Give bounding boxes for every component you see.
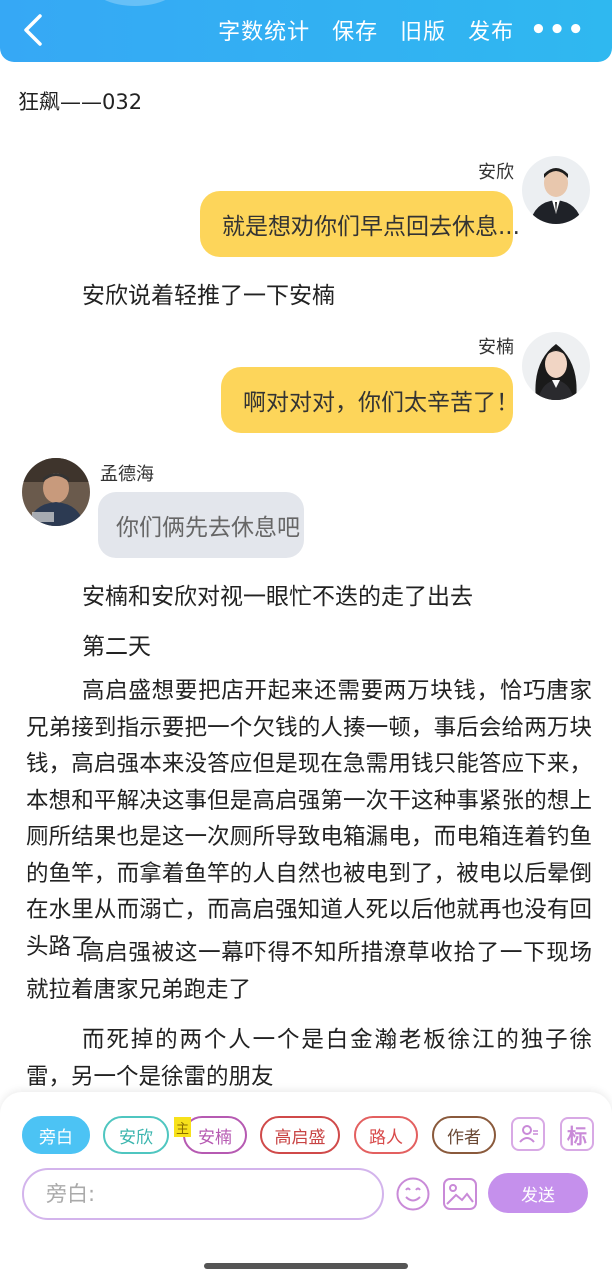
save-button[interactable]: 保存 xyxy=(332,14,378,46)
narration-paragraph[interactable]: 高启盛想要把店开起来还需要两万块钱，恰巧唐家兄弟接到指示要把一个欠钱的人揍一顿，… xyxy=(26,673,592,965)
person-card-icon[interactable] xyxy=(511,1117,545,1151)
home-indicator[interactable] xyxy=(204,1263,408,1269)
publish-button[interactable]: 发布 xyxy=(468,14,514,46)
back-button[interactable] xyxy=(18,10,48,50)
message-bubble[interactable]: 你们俩先去休息吧 xyxy=(98,492,304,558)
role-chip-narrator[interactable]: 旁白 xyxy=(22,1116,90,1154)
avatar-annan[interactable] xyxy=(522,332,590,400)
image-icon[interactable] xyxy=(442,1176,478,1212)
header-actions: 字数统计 保存 旧版 发布 ••• xyxy=(218,0,612,60)
speaker-name: 孟德海 xyxy=(100,464,154,485)
role-chip-annan[interactable]: 安楠 xyxy=(183,1116,247,1154)
message-bubble[interactable]: 就是想劝你们早点回去休息... xyxy=(200,191,520,257)
role-chip-author[interactable]: 作者 xyxy=(432,1116,496,1154)
speaker-name: 安欣 xyxy=(478,162,514,183)
narration-line[interactable]: 第二天 xyxy=(82,627,151,661)
mark-label-button[interactable]: 标 xyxy=(560,1117,594,1151)
narration-paragraph[interactable]: 高启强被这一幕吓得不知所措潦草收拾了一下现场就拉着唐家兄弟跑走了 xyxy=(26,935,592,1008)
chevron-left-icon xyxy=(24,14,42,46)
message-input-field[interactable] xyxy=(24,1170,382,1218)
avatar-mengdehai[interactable] xyxy=(22,458,90,526)
narration-line[interactable]: 安欣说着轻推了一下安楠 xyxy=(82,276,335,310)
document-title: 狂飙——032 xyxy=(18,90,143,114)
speaker-name: 安楠 xyxy=(478,337,514,358)
message-bubble[interactable]: 啊对对对，你们太辛苦了！ xyxy=(221,367,519,433)
emoji-icon[interactable] xyxy=(395,1176,431,1212)
send-button[interactable]: 发送 xyxy=(488,1173,588,1213)
narration-paragraph[interactable]: 而死掉的两个人一个是白金瀚老板徐江的独子徐雷，另一个是徐雷的朋友 xyxy=(26,1022,592,1095)
role-chip-anxin[interactable]: 安欣 xyxy=(103,1116,169,1154)
old-version-button[interactable]: 旧版 xyxy=(400,14,446,46)
main-role-badge: 主 xyxy=(174,1117,191,1137)
word-count-button[interactable]: 字数统计 xyxy=(218,14,310,46)
avatar-anxin[interactable] xyxy=(522,156,590,224)
top-bar: 字数统计 保存 旧版 发布 ••• xyxy=(0,0,612,62)
role-chip-gaoqisheng[interactable]: 高启盛 xyxy=(260,1116,340,1154)
header-decoration xyxy=(90,0,180,6)
narration-line[interactable]: 安楠和安欣对视一眼忙不迭的走了出去 xyxy=(82,577,473,611)
message-input[interactable] xyxy=(22,1168,384,1220)
role-chip-passerby[interactable]: 路人 xyxy=(354,1116,418,1154)
more-options-button[interactable]: ••• xyxy=(530,15,586,45)
